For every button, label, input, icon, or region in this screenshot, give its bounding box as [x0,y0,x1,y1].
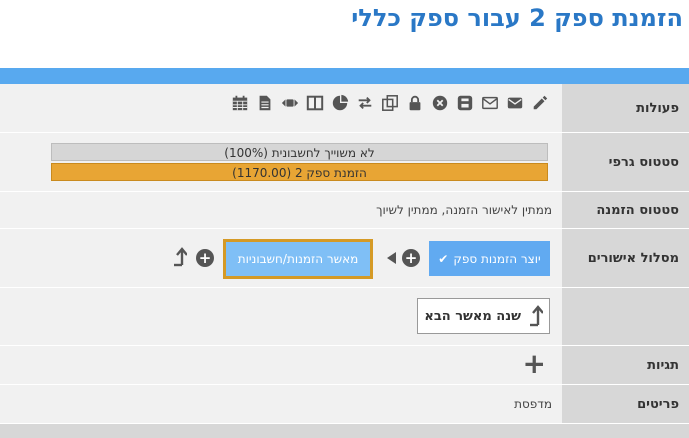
approval-step-approver[interactable]: מאשר הזמנות/חשבוניות [223,239,373,279]
close-circle-icon[interactable] [430,93,450,113]
title-area: הזמנת ספק 2 עבור ספק כללי [0,0,689,68]
envelope-filled-icon[interactable] [505,93,525,113]
actions-label: פעולות [562,84,689,132]
approval-path-label: מסלול אישורים [562,229,689,287]
arrow-left-icon [387,252,396,264]
supplier-order-bar: הזמנת ספק 2 (1170.00) [51,163,548,181]
lock-icon[interactable] [405,93,425,113]
tags-value: + [0,346,562,384]
order-status-label: סטטוס הזמנה [562,192,689,228]
header-bar [0,68,689,84]
approval-step-creator[interactable]: יוצר הזמנות ספק ✔ [429,241,550,276]
arrow-up-icon [530,305,543,327]
footer-bar [0,424,689,438]
envelope-outline-icon[interactable] [480,93,500,113]
tags-row: תגיות + [0,346,689,385]
tags-label: תגיות [562,346,689,384]
graphic-status-row: סטטוס גרפי לא משוייך לחשבונית (100%) הזמ… [0,133,689,192]
add-step-icon[interactable]: + [402,249,420,267]
actions-toolbar [230,93,550,113]
order-status-text: ממתין לאישור הזמנה, ממתין לשיוך [376,203,552,217]
exchange-icon[interactable] [355,93,375,113]
next-approver-label-cell [562,288,689,345]
arrow-up-icon[interactable] [173,247,187,267]
add-tag-icon[interactable]: + [523,350,546,378]
items-text: מדפסת [514,397,552,411]
items-label: פריטים [562,385,689,423]
document-icon[interactable] [255,93,275,113]
next-approver-label: שנה מאשר הבא [424,308,521,324]
step1-label: יוצר הזמנות ספק [453,251,541,266]
pencil-icon[interactable] [530,93,550,113]
copy-icon[interactable] [380,93,400,113]
print-icon[interactable] [455,93,475,113]
page-title: הזמנת ספק 2 עבור ספק כללי [351,4,683,32]
graphic-status-value: לא משוייך לחשבונית (100%) הזמנת ספק 2 (1… [0,133,562,191]
step2-label: מאשר הזמנות/חשבוניות [237,252,359,266]
pie-chart-icon[interactable] [330,93,350,113]
next-approver-value: שנה מאשר הבא [0,288,562,345]
change-next-approver-button[interactable]: שנה מאשר הבא [417,298,550,334]
items-row: פריטים מדפסת [0,385,689,424]
items-value: מדפסת [0,385,562,423]
columns-icon[interactable] [305,93,325,113]
unlinked-invoice-bar: לא משוייך לחשבונית (100%) [51,143,548,161]
graphic-status-label: סטטוס גרפי [562,133,689,191]
next-approver-row: שנה מאשר הבא [0,288,689,346]
approval-path-value: יוצר הזמנות ספק ✔ + מאשר הזמנות/חשבוניות… [0,229,562,287]
approval-path-row: מסלול אישורים יוצר הזמנות ספק ✔ + מאשר ה… [0,229,689,288]
calendar-icon[interactable] [230,93,250,113]
order-status-row: סטטוס הזמנה ממתין לאישור הזמנה, ממתין לש… [0,192,689,229]
order-status-value: ממתין לאישור הזמנה, ממתין לשיוך [0,192,562,228]
actions-row: פעולות [0,84,689,133]
actions-value [0,84,562,132]
check-icon: ✔ [438,251,449,266]
arrows-horizontal-icon[interactable] [280,93,300,113]
add-step-end-icon[interactable]: + [196,249,214,267]
